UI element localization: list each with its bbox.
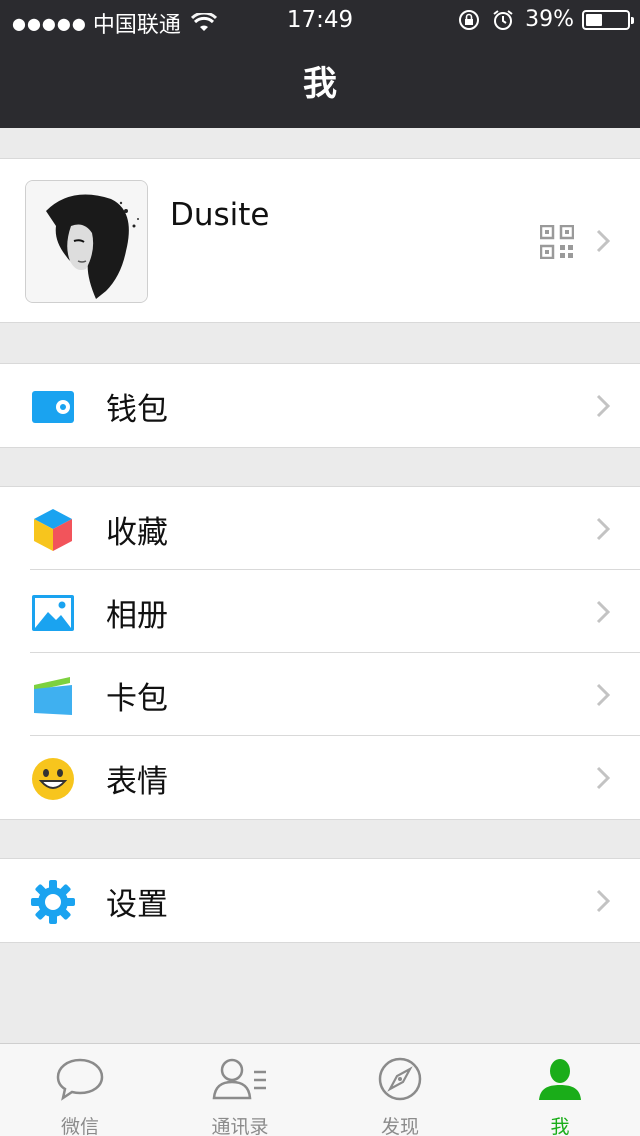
chat-bubble-icon <box>56 1058 104 1101</box>
tab-label: 通讯录 <box>211 1116 269 1136</box>
alarm-icon <box>493 9 513 30</box>
avatar-image <box>26 181 147 302</box>
tab-me[interactable]: 我 <box>480 1044 640 1136</box>
qr-code-icon[interactable] <box>540 225 574 259</box>
gear-icon <box>31 880 75 924</box>
menu-item-favorites[interactable]: 收藏 <box>0 487 640 570</box>
wallet-group: 钱包 <box>0 363 640 448</box>
profile-name: Dusite <box>170 197 270 233</box>
smiley-icon <box>32 758 74 800</box>
menu-item-label: 表情 <box>106 764 168 800</box>
menu-item-label: 钱包 <box>106 392 168 428</box>
tab-label: 我 <box>550 1116 570 1136</box>
tab-chats[interactable]: 微信 <box>0 1044 160 1136</box>
chevron-right-icon <box>596 394 610 418</box>
orientation-lock-icon <box>459 9 480 30</box>
wallet-icon <box>32 391 74 423</box>
tab-contacts[interactable]: 通讯录 <box>160 1044 320 1136</box>
tab-label: 微信 <box>60 1116 99 1136</box>
battery-icon <box>582 9 634 30</box>
content-group: 收藏 相册 卡包 表情 <box>0 486 640 820</box>
battery-level-fill <box>586 13 602 26</box>
menu-item-stickers[interactable]: 表情 <box>0 736 640 819</box>
chevron-right-icon <box>596 766 610 790</box>
avatar[interactable] <box>25 180 148 303</box>
tab-discover[interactable]: 发现 <box>320 1044 480 1136</box>
album-icon <box>32 595 74 631</box>
chevron-right-icon <box>596 683 610 707</box>
menu-item-label: 设置 <box>106 887 168 923</box>
tab-label: 发现 <box>380 1116 419 1136</box>
chevron-right-icon <box>596 600 610 624</box>
favorites-cube-icon <box>34 509 72 551</box>
status-bar: ●●●●● 中国联通 17:49 39% <box>0 0 640 40</box>
chevron-right-icon <box>596 517 610 541</box>
page-title: 我 <box>0 40 640 128</box>
menu-item-card-wallet[interactable]: 卡包 <box>0 653 640 736</box>
menu-item-label: 相册 <box>106 598 168 634</box>
settings-group: 设置 <box>0 858 640 943</box>
menu-item-settings[interactable]: 设置 <box>0 859 640 942</box>
person-icon <box>539 1059 581 1100</box>
battery-percent: 39% <box>525 7 574 32</box>
menu-item-label: 卡包 <box>106 681 168 717</box>
profile-card[interactable]: Dusite <box>0 158 640 323</box>
chevron-right-icon <box>596 229 610 253</box>
card-wallet-icon <box>34 677 72 715</box>
menu-item-album[interactable]: 相册 <box>0 570 640 653</box>
tab-bar: 微信 通讯录 发现 我 <box>0 1043 640 1136</box>
menu-item-label: 收藏 <box>106 515 168 551</box>
compass-icon <box>378 1057 422 1101</box>
contacts-icon <box>212 1058 266 1100</box>
chevron-right-icon <box>596 889 610 913</box>
menu-item-wallet[interactable]: 钱包 <box>0 364 640 447</box>
